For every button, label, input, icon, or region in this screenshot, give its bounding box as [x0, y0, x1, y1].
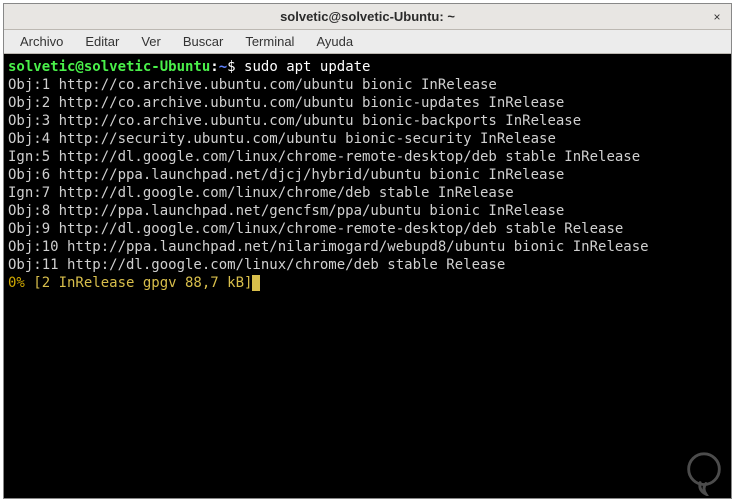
output-line: Obj:9 http://dl.google.com/linux/chrome-…	[8, 220, 727, 238]
prompt-dollar: $	[227, 59, 235, 75]
terminal-window: solvetic@solvetic-Ubuntu: ~ × Archivo Ed…	[3, 3, 732, 499]
output-line: Obj:8 http://ppa.launchpad.net/gencfsm/p…	[8, 202, 727, 220]
menu-ayuda[interactable]: Ayuda	[306, 32, 363, 51]
menu-buscar[interactable]: Buscar	[173, 32, 233, 51]
progress-rest: [2 InRelease gpgv 88,7 kB]	[25, 275, 253, 291]
menu-editar[interactable]: Editar	[75, 32, 129, 51]
output-line: Obj:3 http://co.archive.ubuntu.com/ubunt…	[8, 112, 727, 130]
typed-command: sudo apt update	[244, 59, 370, 75]
output-line: Obj:10 http://ppa.launchpad.net/nilarimo…	[8, 238, 727, 256]
output-line: Obj:4 http://security.ubuntu.com/ubuntu …	[8, 130, 727, 148]
output-line: Obj:6 http://ppa.launchpad.net/djcj/hybr…	[8, 166, 727, 184]
prompt-line: solvetic@solvetic-Ubuntu:~$ sudo apt upd…	[8, 58, 727, 76]
cursor-icon	[252, 275, 260, 291]
close-icon[interactable]: ×	[709, 9, 725, 25]
terminal-view[interactable]: solvetic@solvetic-Ubuntu:~$ sudo apt upd…	[4, 54, 731, 498]
progress-line: 0% [2 InRelease gpgv 88,7 kB]	[8, 274, 727, 292]
output-line: Obj:11 http://dl.google.com/linux/chrome…	[8, 256, 727, 274]
progress-pct: 0%	[8, 275, 25, 291]
prompt-sep: :	[210, 59, 218, 75]
menubar: Archivo Editar Ver Buscar Terminal Ayuda	[4, 30, 731, 54]
output-line: Obj:1 http://co.archive.ubuntu.com/ubunt…	[8, 76, 727, 94]
menu-terminal[interactable]: Terminal	[235, 32, 304, 51]
titlebar[interactable]: solvetic@solvetic-Ubuntu: ~ ×	[4, 4, 731, 30]
output-line: Ign:5 http://dl.google.com/linux/chrome-…	[8, 148, 727, 166]
prompt-path: ~	[219, 59, 227, 75]
prompt-userhost: solvetic@solvetic-Ubuntu	[8, 59, 210, 75]
window-title: solvetic@solvetic-Ubuntu: ~	[280, 9, 455, 24]
speech-bubble-icon	[681, 450, 727, 496]
output-line: Obj:2 http://co.archive.ubuntu.com/ubunt…	[8, 94, 727, 112]
menu-archivo[interactable]: Archivo	[10, 32, 73, 51]
output-line: Ign:7 http://dl.google.com/linux/chrome/…	[8, 184, 727, 202]
menu-ver[interactable]: Ver	[131, 32, 171, 51]
